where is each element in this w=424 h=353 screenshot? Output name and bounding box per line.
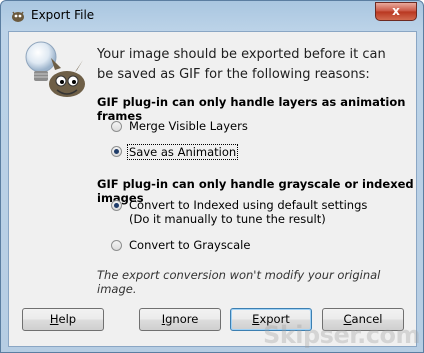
gimp-icon <box>12 11 24 22</box>
title-bar[interactable]: Export File x <box>1 1 423 31</box>
close-button[interactable]: x <box>375 2 417 21</box>
radio-unchecked[interactable] <box>111 121 122 132</box>
export-file-dialog: Export File x Your image should be expor… <box>0 0 424 353</box>
dialog-body: Your image should be exported before it … <box>8 31 417 347</box>
convert-to-indexed-radio[interactable]: Convert to Indexed using default setting… <box>111 198 367 226</box>
export-reason-text: Your image should be exported before it … <box>97 47 386 82</box>
ignore-button[interactable]: Ignore <box>139 308 221 331</box>
window-title: Export File <box>31 8 95 22</box>
conversion-note: The export conversion won't modify your … <box>97 268 381 296</box>
convert-to-grayscale-radio[interactable]: Convert to Grayscale <box>111 238 250 252</box>
radio-checked[interactable] <box>111 200 122 211</box>
save-as-animation-radio[interactable]: Save as Animation <box>111 144 239 160</box>
watermark: Skipser.com <box>263 321 420 349</box>
merge-visible-layers-radio[interactable]: Merge Visible Layers <box>111 119 248 133</box>
radio-checked[interactable] <box>111 146 122 157</box>
gimp-lightbulb-icon <box>25 41 85 97</box>
radio-unchecked[interactable] <box>111 240 122 251</box>
close-icon: x <box>392 4 400 18</box>
help-button[interactable]: Help <box>22 308 104 331</box>
